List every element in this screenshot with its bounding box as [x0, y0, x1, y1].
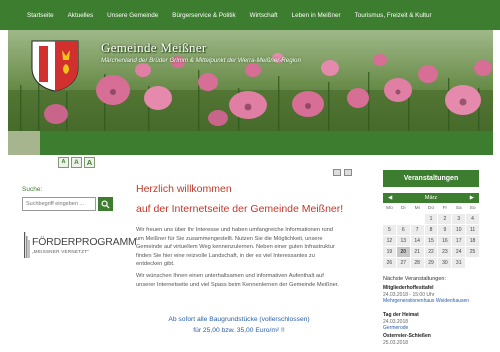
- banner-strip: [8, 131, 493, 155]
- font-size-large-button[interactable]: A: [84, 157, 95, 168]
- search-input[interactable]: [22, 197, 96, 211]
- calendar-month: März: [424, 195, 438, 201]
- calendar-empty-cell: [411, 214, 424, 224]
- calendar-day[interactable]: 31: [452, 258, 466, 268]
- calendar-prev-icon[interactable]: ◀: [388, 195, 392, 201]
- print-icon[interactable]: [333, 169, 341, 176]
- calendar-empty-cell: [397, 214, 410, 224]
- calendar-day[interactable]: 30: [438, 258, 452, 268]
- next-events-label: Nächste Veranstaltungen:: [383, 276, 446, 282]
- calendar-day[interactable]: 25: [466, 247, 479, 257]
- font-size-controls: A A A: [58, 157, 95, 168]
- calendar-day[interactable]: 14: [410, 236, 424, 246]
- calendar-day[interactable]: 16: [438, 236, 452, 246]
- calendar-day[interactable]: 5: [383, 225, 396, 235]
- calendar-day[interactable]: 12: [383, 236, 396, 246]
- calendar-grid: Mo Di Mi Do Fr Sa So 1 2 3 4 5 6 7 8 9 10 11 12 13 14 15 16 17 1…: [383, 204, 479, 279]
- nav-item-aktuelles[interactable]: Aktuelles: [68, 12, 94, 19]
- intro-paragraph: Wir freuen uns über Ihr Interesse und ha…: [136, 227, 335, 268]
- event-item[interactable]: Mitgliederhoffesttafel 24.03.2018 - 15:0…: [383, 285, 483, 305]
- share-icon[interactable]: [344, 169, 352, 176]
- page-tools: [333, 169, 352, 176]
- calendar-next-icon[interactable]: ▶: [470, 195, 474, 201]
- calendar-day[interactable]: 21: [410, 247, 424, 257]
- nav-item-unsere-gemeinde[interactable]: Unsere Gemeinde: [107, 12, 158, 19]
- calendar: ◀ März ▶ Mo Di Mi Do Fr Sa So 1 2 3 4 5 6 7 8 9 10 11 12 13…: [383, 193, 479, 279]
- calendar-weekday: Fr: [442, 206, 448, 211]
- calendar-day[interactable]: 26: [383, 258, 396, 268]
- calendar-day[interactable]: 2: [438, 214, 452, 224]
- nav-item-buergerservice[interactable]: Bürgerservice & Politik: [172, 12, 235, 19]
- calendar-day[interactable]: 3: [452, 214, 466, 224]
- search-icon: [101, 199, 110, 209]
- top-navigation: Startseite Aktuelles Unsere Gemeinde Bür…: [0, 0, 500, 30]
- event-place[interactable]: Mehrgenerationenhaus Weidenhausen: [383, 298, 483, 305]
- calendar-day[interactable]: 4: [466, 214, 479, 224]
- calendar-day[interactable]: 27: [396, 258, 410, 268]
- calendar-day[interactable]: 20: [396, 247, 410, 257]
- nav-item-tourismus[interactable]: Tourismus, Freizeit & Kultur: [355, 12, 432, 19]
- logo-sub-text: „MEISSNER VERNETZT“: [32, 249, 90, 254]
- calendar-weekday: Do: [427, 206, 435, 211]
- welcome-subheading: auf der Internetseite der Gemeinde Meißn…: [136, 203, 344, 215]
- calendar-day[interactable]: 15: [424, 236, 438, 246]
- nav-item-wirtschaft[interactable]: Wirtschaft: [250, 12, 278, 19]
- calendar-day[interactable]: 13: [396, 236, 410, 246]
- search-label: Suche:: [22, 186, 43, 193]
- calendar-day[interactable]: 29: [424, 258, 438, 268]
- offer-line-2[interactable]: für 25,00 bzw. 35,00 Euro/m² !!: [136, 327, 342, 334]
- font-size-small-button[interactable]: A: [58, 157, 69, 168]
- calendar-day[interactable]: 10: [452, 225, 466, 235]
- calendar-weekday: So: [469, 206, 476, 211]
- nav-item-startseite[interactable]: Startseite: [27, 12, 54, 19]
- search-button[interactable]: [98, 197, 113, 211]
- logo-bars-icon: [24, 232, 30, 258]
- font-size-medium-button[interactable]: A: [71, 157, 82, 168]
- header-banner: Gemeinde Meißner Märchenland der Brüder …: [8, 30, 493, 131]
- calendar-day[interactable]: 22: [424, 247, 438, 257]
- calendar-header: ◀ März ▶: [383, 193, 479, 203]
- calendar-day[interactable]: 7: [410, 225, 424, 235]
- calendar-weekday: Di: [401, 206, 406, 211]
- calendar-weekday: Mo: [386, 206, 393, 211]
- calendar-day[interactable]: 28: [410, 258, 424, 268]
- calendar-empty-cell: [466, 258, 479, 268]
- wish-paragraph: Wir wünschen Ihnen einen unterhaltsamen …: [136, 273, 339, 288]
- logo-main-text: FÖRDERPROGRAMM: [32, 236, 137, 248]
- calendar-day[interactable]: 11: [466, 225, 479, 235]
- calendar-day[interactable]: 1: [424, 214, 438, 224]
- offer-line-1[interactable]: Ab sofort alle Baugrundstücke (vollersch…: [136, 316, 342, 323]
- calendar-day[interactable]: 8: [424, 225, 438, 235]
- municipal-crest: [31, 40, 79, 92]
- calendar-day[interactable]: 19: [383, 247, 396, 257]
- calendar-weekday: Mi: [414, 206, 420, 211]
- event-item[interactable]: Tag der Heimat 24.03.2018 Germerode: [383, 312, 483, 332]
- site-subtitle: Märchenland der Brüder Grimm & Mittelpun…: [101, 57, 301, 64]
- calendar-day[interactable]: 24: [452, 247, 466, 257]
- calendar-empty-cell: [383, 214, 396, 224]
- calendar-day[interactable]: 6: [396, 225, 410, 235]
- calendar-day[interactable]: 18: [466, 236, 479, 246]
- calendar-weekday: Sa: [455, 206, 462, 211]
- page: Startseite Aktuelles Unsere Gemeinde Bür…: [0, 0, 500, 352]
- calendar-day[interactable]: 9: [438, 225, 452, 235]
- strip-corner: [8, 131, 40, 155]
- event-date: 25.03.2018: [383, 339, 409, 346]
- calendar-day[interactable]: 17: [452, 236, 466, 246]
- welcome-heading: Herzlich willkommen: [136, 183, 232, 195]
- site-title: Gemeinde Meißner: [101, 40, 207, 55]
- events-button[interactable]: Veranstaltungen: [383, 170, 479, 187]
- nav-item-leben[interactable]: Leben in Meißner: [292, 12, 341, 19]
- event-item[interactable]: Osterreier-Schießen 25.03.2018: [383, 333, 483, 346]
- calendar-day[interactable]: 23: [438, 247, 452, 257]
- event-place[interactable]: Germerode: [383, 325, 483, 332]
- foerderprogramm-logo[interactable]: FÖRDERPROGRAMM „MEISSNER VERNETZT“: [24, 232, 137, 258]
